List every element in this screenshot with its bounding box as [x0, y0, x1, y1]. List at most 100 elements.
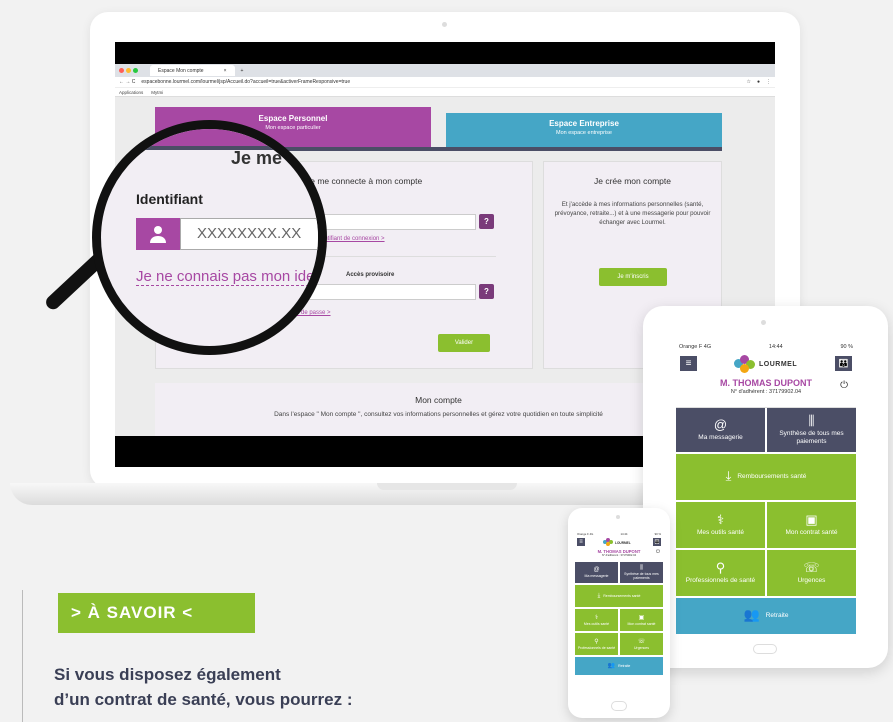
magnifier-lens: Je me Identifiant XXXXXXXX.XX Je ne conn… — [92, 120, 327, 355]
tile-messagerie[interactable]: @ Ma messagerie — [575, 562, 618, 583]
location-pin-icon: ⚲ — [715, 560, 726, 575]
lourmel-logo: LOURMEL — [603, 538, 631, 547]
location-pin-icon: ⚲ — [594, 638, 599, 645]
tile-messagerie[interactable]: @ Ma messagerie — [676, 408, 765, 452]
tile-contrat[interactable]: ▣ Mon contrat santé — [620, 609, 663, 631]
tile-label: Professionnels de santé — [685, 577, 756, 584]
bookmarks-bar: Applications Mytmi — [115, 88, 775, 97]
carrier: Orange F 4G — [679, 344, 712, 350]
bookmark-applications[interactable]: Applications — [119, 90, 143, 95]
tile-synthese[interactable]: ⫼ Synthèse de tous mes paiements — [620, 562, 663, 583]
browser-tab-title: Espace Mon compte — [158, 67, 204, 74]
battery: 90 % — [840, 344, 853, 350]
close-window-icon[interactable] — [119, 68, 124, 73]
validate-button[interactable]: Valider — [438, 334, 490, 352]
clock: 14:44 — [768, 344, 783, 350]
access-label: Accès provisoire — [346, 272, 395, 278]
help-icon[interactable]: ? — [479, 214, 494, 229]
profile-icon[interactable]: ● — [757, 79, 760, 85]
laptop-notch — [377, 483, 517, 490]
download-icon: ⤓ — [597, 592, 601, 599]
bars-icon: ⫼ — [808, 413, 815, 428]
member-number: N° d'adhérent : 37179902.04 — [601, 554, 637, 557]
signup-title: Je crée mon compte — [593, 176, 671, 186]
account-title: Mon compte — [415, 395, 462, 405]
tile-remboursements[interactable]: ⤓ Remboursements santé — [575, 585, 663, 607]
logo-mark — [603, 538, 614, 547]
a-savoir-line: Si vous disposez également — [54, 665, 281, 684]
menu-icon[interactable]: ≡ — [680, 356, 697, 371]
camera-dot — [616, 515, 620, 519]
tile-label: Mon contrat santé — [785, 529, 838, 536]
status-bar: Orange F 4G 14:44 90 % — [676, 343, 856, 352]
url-input[interactable]: espacebonne.lourmel.com/lourmel/jsp/Accu… — [141, 79, 740, 85]
tile-retraite[interactable]: 👥 Retraite — [676, 598, 856, 634]
tab-label: Espace Personnel — [258, 114, 328, 123]
tile-urgences[interactable]: ☏ Urgences — [620, 633, 663, 655]
help-icon[interactable]: ? — [479, 284, 494, 299]
document-icon: ▣ — [638, 614, 645, 621]
tablet-screen: Orange F 4G 14:44 90 % ≡ LOURMEL 👪 M. TH… — [676, 343, 856, 635]
browser-tabbar: Espace Mon compte × + — [115, 64, 775, 77]
browser-tab[interactable]: Espace Mon compte × — [150, 65, 235, 76]
family-icon[interactable]: 👪 — [835, 356, 852, 371]
phone-icon: ☏ — [803, 560, 820, 575]
tab-label: Espace Entreprise — [549, 119, 619, 128]
signup-button[interactable]: Je m'inscris — [599, 268, 667, 286]
tile-label: Professionnels de santé — [577, 645, 616, 650]
a-savoir-line: d’un contrat de santé, vous pourrez : — [54, 690, 353, 709]
tile-outils[interactable]: ⚕ Mes outils santé — [676, 502, 765, 548]
account-section: Mon compte Dans l'espace " Mon compte ",… — [155, 383, 722, 436]
nav-arrows-icon[interactable]: ← → C — [119, 79, 135, 85]
at-icon: @ — [713, 417, 728, 432]
logo-text: LOURMEL — [759, 360, 798, 368]
tile-professionnels[interactable]: ⚲ Professionnels de santé — [575, 633, 618, 655]
people-icon: 👥 — [607, 662, 616, 669]
tile-label: Remboursements santé — [603, 594, 641, 598]
download-icon: ⤓ — [725, 468, 732, 483]
status-bar: Orange F 4G 14:44 90 % — [575, 532, 663, 536]
magnified-tab-underline — [101, 146, 316, 150]
tile-label: Urgences — [797, 577, 826, 584]
phone-screen: Orange F 4G 14:44 90 % ≡ 👪 LOURMEL M. TH… — [575, 532, 663, 696]
tile-urgences[interactable]: ☏ Urgences — [767, 550, 856, 596]
bookmark-mytmi[interactable]: Mytmi — [151, 90, 163, 95]
document-icon: ▣ — [805, 512, 818, 527]
identifier-input-magnified[interactable]: XXXXXXXX.XX — [180, 218, 318, 250]
logo-mark — [734, 355, 756, 373]
home-button[interactable] — [753, 644, 777, 654]
tab-espace-entreprise[interactable]: Espace Entreprise Mon espace entreprise — [446, 113, 722, 147]
forgot-identifier-link-magnified[interactable]: Je ne connais pas mon identifiant — [136, 268, 318, 286]
tile-outils[interactable]: ⚕ Mes outils santé — [575, 609, 618, 631]
magnified-tab — [101, 129, 316, 146]
tile-remboursements[interactable]: ⤓ Remboursements santé — [676, 454, 856, 500]
more-menu-icon[interactable]: ⋮ — [766, 79, 771, 85]
home-button[interactable] — [611, 701, 627, 711]
family-icon[interactable]: 👪 — [653, 538, 661, 546]
power-icon[interactable]: ⏻ — [840, 380, 848, 391]
star-icon[interactable]: ☆ — [746, 79, 750, 85]
phone-device: Orange F 4G 14:44 90 % ≡ 👪 LOURMEL M. TH… — [568, 508, 670, 718]
tile-label: Ma messagerie — [698, 434, 743, 441]
a-savoir-text: Si vous disposez également d’un contrat … — [54, 662, 474, 712]
battery: 90 % — [654, 532, 661, 536]
identifier-label: Identifiant — [136, 191, 203, 207]
phone-icon: ☏ — [637, 638, 646, 645]
tile-contrat[interactable]: ▣ Mon contrat santé — [767, 502, 856, 548]
menu-icon[interactable]: ≡ — [577, 538, 585, 546]
tile-label: Mon contrat santé — [627, 621, 656, 626]
tile-retraite[interactable]: 👥 Retraite — [575, 657, 663, 675]
power-icon[interactable]: ⏻ — [656, 549, 660, 555]
bars-icon: ⫼ — [640, 565, 643, 571]
logo-text: LOURMEL — [615, 540, 631, 545]
minimize-window-icon[interactable] — [126, 68, 131, 73]
tile-label: Remboursements santé — [737, 473, 807, 480]
tab-close-icon[interactable]: × — [224, 68, 227, 74]
maximize-window-icon[interactable] — [133, 68, 138, 73]
new-tab-icon[interactable]: + — [241, 68, 244, 74]
tile-professionnels[interactable]: ⚲ Professionnels de santé — [676, 550, 765, 596]
tile-synthese[interactable]: ⫼ Synthèse de tous mes paiements — [767, 408, 856, 452]
tile-label: Urgences — [634, 645, 649, 650]
tile-label: Retraite — [765, 612, 789, 619]
tablet-device: Orange F 4G 14:44 90 % ≡ LOURMEL 👪 M. TH… — [643, 306, 888, 668]
